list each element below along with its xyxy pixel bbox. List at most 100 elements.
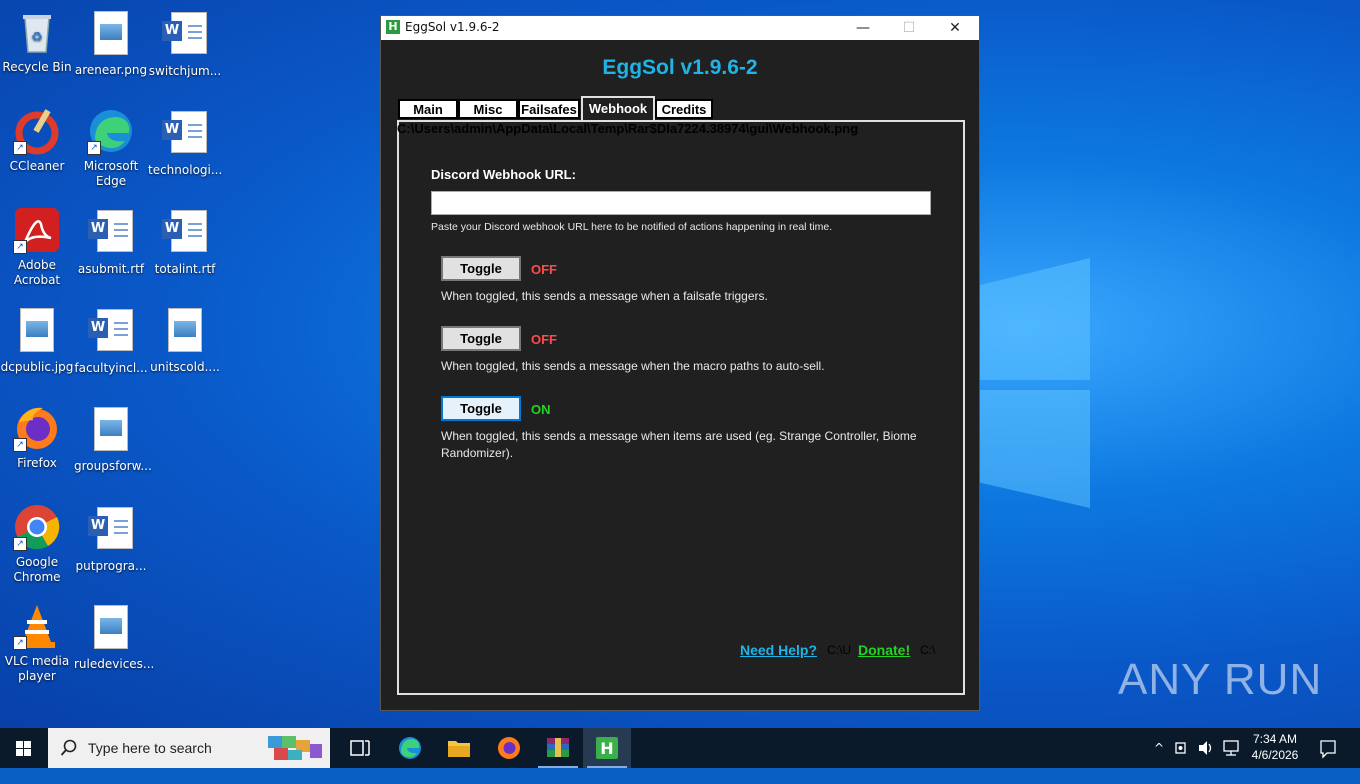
tray-camera-icon[interactable]: [1172, 728, 1192, 768]
acrobat-icon: ↗: [13, 206, 61, 254]
desktop-icon-label: technologi...: [148, 163, 223, 177]
task-view-button[interactable]: [336, 728, 384, 768]
desktop-icon-putprogra[interactable]: W putprogra...: [74, 503, 148, 574]
tab-webhook[interactable]: Webhook: [581, 96, 655, 120]
toggle-items-used-button[interactable]: Toggle: [441, 396, 521, 421]
image-file-icon: [13, 308, 61, 356]
taskbar-firefox[interactable]: [485, 728, 533, 768]
taskbar-search-box[interactable]: Type here to search: [48, 728, 330, 768]
desktop-icon-label: putprogra...: [75, 559, 147, 573]
taskbar: Type here to search H ^ 7:34 AM 4/6/2026: [0, 728, 1360, 768]
desktop-icon-ccleaner[interactable]: ↗ CCleaner: [0, 107, 74, 174]
desktop-icon-label: totalint.rtf: [154, 262, 216, 276]
file-explorer-icon: [448, 741, 470, 757]
items-used-state: ON: [531, 402, 551, 417]
firefox-icon: ↗: [13, 404, 61, 452]
desktop-icon-label: Adobe Acrobat: [13, 258, 61, 287]
tab-misc[interactable]: Misc: [458, 99, 518, 119]
shortcut-arrow-icon: ↗: [13, 537, 27, 551]
desktop-icon-google-chrome[interactable]: ↗ Google Chrome: [0, 503, 74, 585]
tab-failsafes[interactable]: Failsafes: [518, 99, 580, 119]
desktop-icon-label: switchjum...: [148, 64, 222, 78]
vlc-icon: ↗: [13, 602, 61, 650]
clock-time: 7:34 AM: [1252, 732, 1298, 746]
desktop-icon-vlc[interactable]: ↗ VLC media player: [0, 602, 74, 684]
word-doc-icon: W: [87, 309, 135, 357]
desktop-icon-ruledevices[interactable]: ruledevices...: [74, 602, 154, 672]
desktop-icon-microsoft-edge[interactable]: ↗ Microsoft Edge: [74, 107, 148, 189]
desktop-icon-label: Firefox: [17, 456, 57, 470]
tab-main[interactable]: Main: [398, 99, 458, 119]
items-used-description: When toggled, this sends a message when …: [441, 429, 917, 460]
eggsol-window: H EggSol v1.9.6-2 — ☐ ✕ EggSol v1.9.6-2 …: [380, 15, 980, 711]
chrome-icon: ↗: [13, 503, 61, 551]
desktop-icon-adobe-acrobat[interactable]: ↗ Adobe Acrobat: [0, 206, 74, 288]
close-button[interactable]: ✕: [932, 16, 978, 40]
clock-date: 4/6/2026: [1251, 748, 1299, 762]
image-path-overlay: C:\Users\admin\AppData\Local\Temp\Rar$DI…: [397, 121, 859, 136]
maximize-button[interactable]: ☐: [886, 16, 932, 40]
taskbar-winrar[interactable]: [534, 728, 582, 768]
shortcut-arrow-icon: ↗: [13, 438, 27, 452]
webhook-url-label: Discord Webhook URL:: [431, 167, 576, 182]
minimize-button[interactable]: —: [840, 16, 886, 40]
shortcut-arrow-icon: ↗: [13, 240, 27, 254]
desktop-icon-asubmit[interactable]: W asubmit.rtf: [74, 206, 148, 277]
toggle-failsafe-button[interactable]: Toggle: [441, 256, 521, 281]
taskbar-edge[interactable]: [386, 728, 434, 768]
desktop-icon-recycle-bin[interactable]: ♻ Recycle Bin: [0, 8, 74, 75]
autosell-description: When toggled, this sends a message when …: [441, 359, 825, 373]
tray-chevron-up-icon[interactable]: ^: [1150, 728, 1168, 768]
svg-text:♻: ♻: [31, 30, 43, 45]
image-file-icon: [87, 605, 135, 653]
tray-volume-icon[interactable]: [1196, 728, 1216, 768]
desktop-icon-unitscold[interactable]: unitscold....: [148, 305, 222, 375]
taskbar-file-explorer[interactable]: [435, 728, 483, 768]
edge-icon: ↗: [87, 107, 135, 155]
desktop-icon-label: asubmit.rtf: [77, 262, 145, 276]
eggsol-icon: H: [596, 737, 618, 759]
desktop-icon-arenear[interactable]: arenear.png: [74, 8, 148, 78]
taskbar-clock[interactable]: 7:34 AM 4/6/2026: [1248, 731, 1302, 763]
webhook-panel: Discord Webhook URL: Paste your Discord …: [397, 120, 965, 695]
search-icon: [60, 739, 77, 756]
tab-credits[interactable]: Credits: [655, 99, 713, 119]
desktop-icon-firefox[interactable]: ↗ Firefox: [0, 404, 74, 471]
firefox-icon: [498, 737, 520, 759]
start-button[interactable]: [0, 728, 48, 768]
search-highlight-puzzle-icon: [268, 736, 322, 760]
desktop-icon-label: Google Chrome: [13, 555, 61, 584]
path-fragment-1: C:\U: [827, 643, 851, 657]
desktop-icon-technologi[interactable]: W technologi...: [148, 107, 222, 178]
desktop-icon-label: groupsforw...: [74, 459, 152, 473]
autosell-state: OFF: [531, 332, 557, 347]
desktop-icon-facultyincl[interactable]: W facultyincl...: [74, 305, 148, 376]
word-doc-icon: W: [161, 111, 209, 159]
search-placeholder: Type here to search: [88, 740, 212, 756]
word-doc-icon: W: [161, 12, 209, 60]
tray-network-icon[interactable]: [1220, 728, 1242, 768]
anyrun-watermark: ANY RUN: [1118, 655, 1323, 704]
task-view-icon: [350, 740, 370, 756]
desktop-icon-totalint[interactable]: W totalint.rtf: [148, 206, 222, 277]
app-icon: H: [386, 20, 400, 34]
desktop-icon-label: Recycle Bin: [2, 60, 72, 74]
recycle-bin-icon: ♻: [13, 8, 61, 56]
desktop-icon-dcpublic[interactable]: dcpublic.jpg: [0, 305, 74, 375]
ccleaner-icon: ↗: [13, 107, 61, 155]
word-doc-icon: W: [87, 507, 135, 555]
donate-link[interactable]: Donate!: [858, 642, 910, 658]
taskbar-eggsol[interactable]: H: [583, 728, 631, 768]
windows-logo-wallpaper: [960, 258, 1090, 508]
webhook-url-input[interactable]: [431, 191, 931, 215]
desktop-icon-switchjum[interactable]: W switchjum...: [148, 8, 222, 79]
title-bar[interactable]: H EggSol v1.9.6-2 — ☐ ✕: [381, 16, 979, 40]
notification-icon[interactable]: [1310, 728, 1346, 768]
need-help-link[interactable]: Need Help?: [740, 642, 817, 658]
desktop-icon-groupsforw[interactable]: groupsforw...: [74, 404, 152, 474]
edge-icon: [399, 737, 421, 759]
shortcut-arrow-icon: ↗: [13, 141, 27, 155]
toggle-autosell-button[interactable]: Toggle: [441, 326, 521, 351]
desktop-icon-label: facultyincl...: [74, 361, 148, 375]
desktop-icon-label: dcpublic.jpg: [0, 360, 74, 374]
